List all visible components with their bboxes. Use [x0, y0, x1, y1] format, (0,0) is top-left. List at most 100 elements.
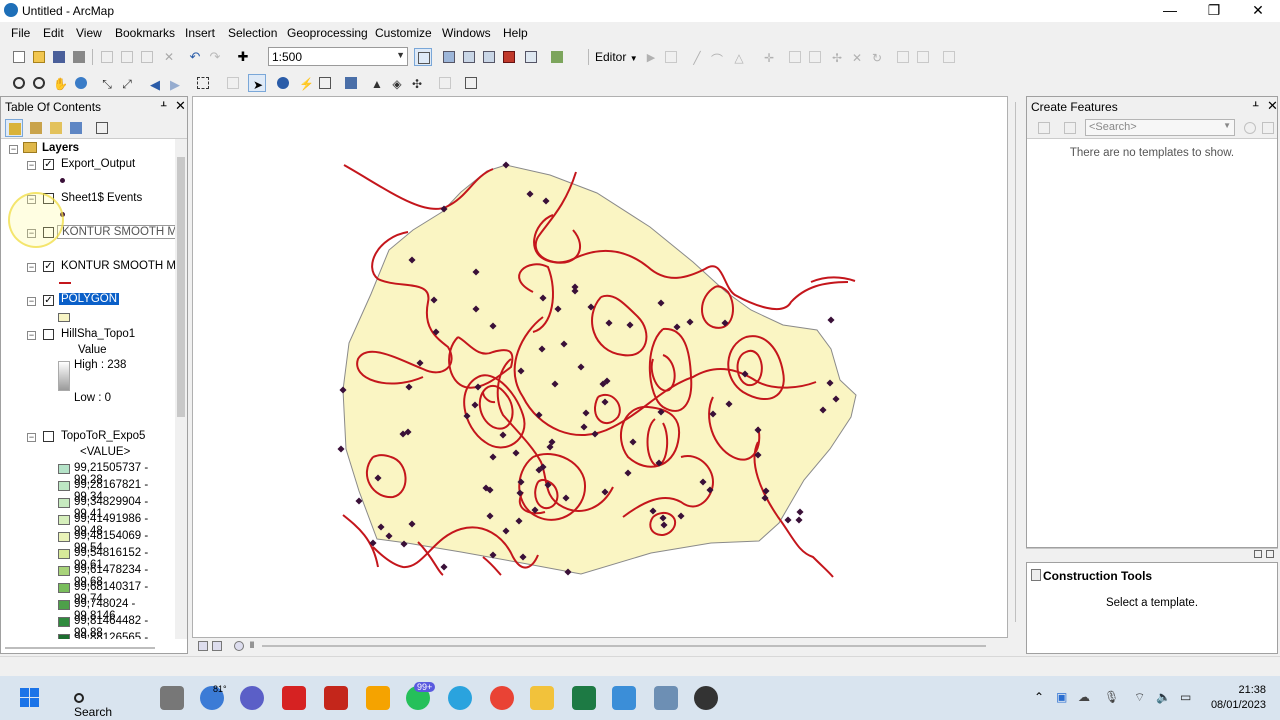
- redo-icon[interactable]: ↷: [206, 48, 224, 66]
- system-clock[interactable]: 21:38 08/01/2023: [1211, 683, 1266, 713]
- editor-toolbar-toggle-icon[interactable]: [414, 48, 432, 66]
- chrome-icon[interactable]: [490, 686, 514, 710]
- edit-tool-icon[interactable]: ▶: [642, 48, 660, 66]
- html-popup-icon[interactable]: [316, 74, 334, 92]
- organize-templates-icon[interactable]: [1035, 119, 1053, 137]
- attributes-icon[interactable]: [894, 48, 912, 66]
- toc-options-icon[interactable]: [93, 119, 111, 137]
- menu-edit[interactable]: Edit: [43, 26, 64, 40]
- scrollbar-thumb[interactable]: [177, 157, 185, 417]
- wifi-icon[interactable]: ⌔: [1134, 690, 1145, 705]
- collapse-icon[interactable]: −: [27, 195, 36, 204]
- trace-icon[interactable]: △: [730, 48, 748, 66]
- search-icon[interactable]: [1241, 119, 1259, 137]
- search-window-icon[interactable]: [480, 48, 498, 66]
- close-window-button[interactable]: ✕: [1236, 0, 1280, 22]
- python-window-icon[interactable]: [522, 48, 540, 66]
- toc-window-icon[interactable]: [460, 48, 478, 66]
- class-color-swatch[interactable]: [58, 515, 70, 525]
- collapse-icon[interactable]: −: [9, 145, 18, 154]
- volume-icon[interactable]: 🔈: [1156, 690, 1171, 704]
- delete-icon[interactable]: ✕: [160, 48, 178, 66]
- cut-polygons-icon[interactable]: ✢: [828, 48, 846, 66]
- menu-bookmarks[interactable]: Bookmarks: [115, 26, 175, 40]
- pin-icon[interactable]: ᚆ: [1253, 99, 1258, 112]
- collapse-icon[interactable]: −: [27, 433, 36, 442]
- layer-row-topotor[interactable]: − TopoToR_Expo5: [1, 429, 177, 445]
- list-by-visibility-icon[interactable]: [47, 119, 65, 137]
- layer-visibility-checkbox[interactable]: [43, 329, 54, 340]
- windows-start-icon[interactable]: [18, 686, 42, 710]
- maximize-button[interactable]: ❐: [1192, 0, 1236, 22]
- paint-icon[interactable]: [612, 686, 636, 710]
- menu-file[interactable]: File: [11, 26, 30, 40]
- menu-selection[interactable]: Selection: [228, 26, 277, 40]
- layer-visibility-checkbox[interactable]: ✓: [43, 261, 54, 272]
- point-icon[interactable]: ✛: [760, 48, 778, 66]
- layer-row-kontur-major[interactable]: − ✓ KONTUR SMOOTH MA: [1, 259, 177, 275]
- refresh-view-icon[interactable]: [234, 641, 244, 651]
- layer-name-selected[interactable]: POLYGON: [59, 293, 120, 305]
- edit-vertices-icon[interactable]: [786, 48, 804, 66]
- undo-icon[interactable]: ↶: [186, 48, 204, 66]
- pan-icon[interactable]: ✋: [50, 74, 68, 92]
- class-color-swatch[interactable]: [58, 498, 70, 508]
- layer-visibility-checkbox[interactable]: [43, 193, 54, 204]
- app-x-icon[interactable]: [366, 686, 390, 710]
- hyperlink-icon[interactable]: ⚡: [296, 74, 314, 92]
- minimize-button[interactable]: —: [1148, 0, 1192, 22]
- new-document-icon[interactable]: [10, 48, 28, 66]
- menu-windows[interactable]: Windows: [442, 26, 491, 40]
- list-by-source-icon[interactable]: [27, 119, 45, 137]
- edit-annotation-icon[interactable]: [662, 48, 680, 66]
- class-color-swatch[interactable]: [58, 617, 70, 627]
- layer-name-tooltip[interactable]: KONTUR SMOOTH MINOR: [57, 225, 177, 239]
- class-color-swatch[interactable]: [58, 583, 70, 593]
- print-icon[interactable]: [70, 48, 88, 66]
- class-color-swatch[interactable]: [58, 532, 70, 542]
- back-extent-icon[interactable]: ◀: [146, 74, 164, 92]
- class-color-swatch[interactable]: [58, 481, 70, 491]
- toc-vertical-scrollbar[interactable]: [175, 139, 187, 639]
- polygon-feature[interactable]: [342, 164, 857, 575]
- layer-name[interactable]: HillSha_Topo1: [61, 328, 135, 340]
- collapse-icon[interactable]: −: [27, 229, 36, 238]
- map-canvas[interactable]: [193, 97, 1009, 639]
- layer-name[interactable]: Sheet1$ Events: [61, 192, 142, 204]
- forward-extent-icon[interactable]: ▶: [166, 74, 184, 92]
- split-tool-icon[interactable]: ✕: [848, 48, 866, 66]
- go-to-xy-icon[interactable]: ✣: [408, 74, 426, 92]
- list-by-selection-icon[interactable]: [67, 119, 85, 137]
- fixed-zoom-out-icon[interactable]: ⤢: [118, 74, 136, 92]
- class-color-swatch[interactable]: [58, 549, 70, 559]
- teams-chat-icon[interactable]: [240, 686, 264, 710]
- menu-geoprocessing[interactable]: Geoprocessing: [287, 26, 368, 40]
- template-search-input[interactable]: <Search> ▼: [1085, 119, 1235, 136]
- save-icon[interactable]: [50, 48, 68, 66]
- clear-search-icon[interactable]: [1259, 119, 1277, 137]
- close-icon[interactable]: ✕: [1267, 98, 1278, 114]
- layer-visibility-checkbox[interactable]: [43, 431, 54, 442]
- taskbar-search-button[interactable]: Search: [66, 684, 136, 719]
- close-icon[interactable]: ✕: [175, 98, 186, 114]
- excel-icon[interactable]: [572, 686, 596, 710]
- telegram-icon[interactable]: [448, 686, 472, 710]
- layer-row-hillshade[interactable]: − HillSha_Topo1: [1, 327, 177, 343]
- view-toggle-icon[interactable]: [1254, 550, 1262, 558]
- layer-name[interactable]: Export_Output: [61, 158, 135, 170]
- collapse-icon[interactable]: −: [27, 331, 36, 340]
- viewer-window-icon[interactable]: [462, 74, 490, 92]
- file-explorer-icon[interactable]: [530, 686, 554, 710]
- microphone-icon[interactable]: 🎙: [1104, 690, 1119, 704]
- data-view-icon[interactable]: [198, 641, 208, 651]
- pin-icon[interactable]: ᚆ: [161, 99, 166, 112]
- reshape-feature-icon[interactable]: [806, 48, 824, 66]
- zoom-out-icon[interactable]: [30, 74, 48, 92]
- cut-icon[interactable]: [98, 48, 116, 66]
- identify-icon[interactable]: [274, 74, 292, 92]
- acrobat-icon[interactable]: [282, 686, 306, 710]
- battery-icon[interactable]: ▭: [1180, 690, 1191, 704]
- arcmap-taskbar-icon[interactable]: [654, 686, 678, 710]
- layer-row-export-output[interactable]: − ✓ Export_Output: [1, 157, 177, 173]
- full-extent-icon[interactable]: [72, 74, 90, 92]
